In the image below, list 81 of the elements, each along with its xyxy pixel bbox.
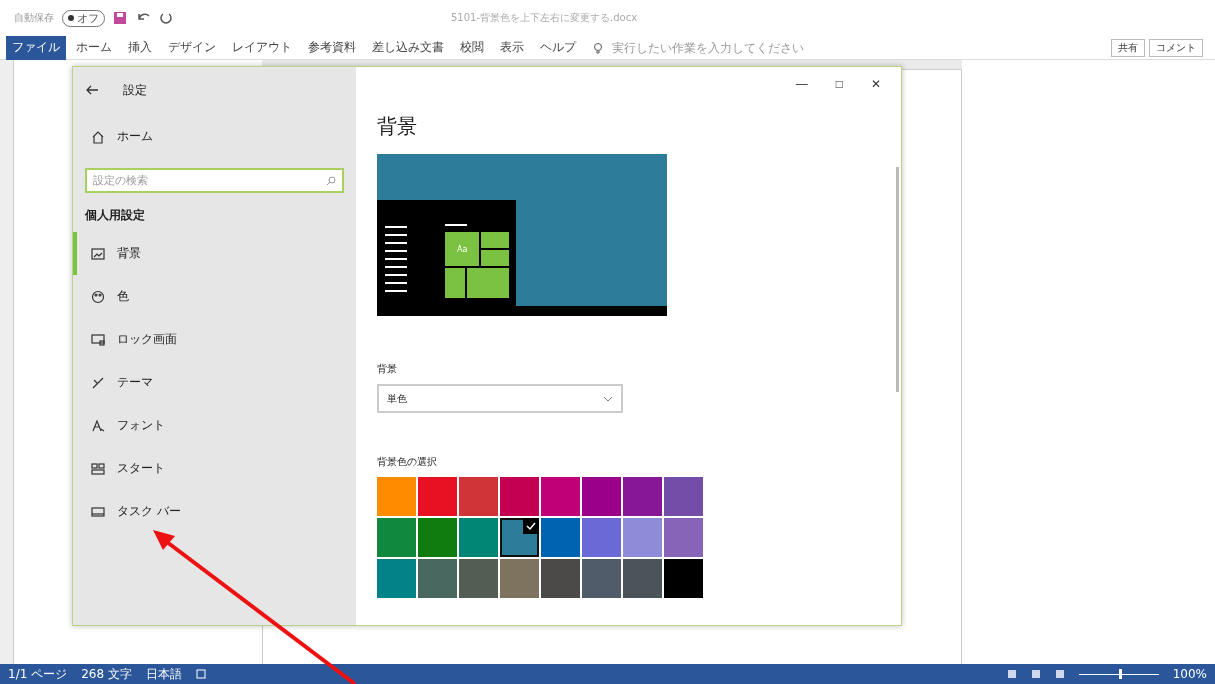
color-swatch[interactable] [623,477,662,516]
color-swatch[interactable] [418,518,457,557]
ribbon-tab[interactable]: 表示 [494,35,530,60]
word-count: 268 文字 [81,665,132,683]
nav-item[interactable]: ロック画面 [73,318,344,361]
ribbon-tab[interactable]: ホーム [70,35,118,60]
maximize-button[interactable]: □ [835,75,843,93]
color-label: 背景色の選択 [377,455,438,469]
ribbon-tab[interactable]: 校閲 [454,35,490,60]
web-layout-icon[interactable] [1054,669,1065,679]
ribbon-tab[interactable]: 参考資料 [302,35,362,60]
color-swatch[interactable] [500,477,539,516]
ribbon-tab[interactable]: レイアウト [226,35,298,60]
color-swatch[interactable] [664,559,703,598]
color-swatch[interactable] [500,518,539,557]
back-arrow-icon[interactable] [85,84,99,96]
color-swatch[interactable] [459,559,498,598]
desktop-preview-drawing: Aa [377,154,667,316]
lightbulb-icon [592,41,604,54]
color-swatch[interactable] [500,559,539,598]
background-label: 背景 [377,362,398,376]
ribbon-tab[interactable]: 差し込み文書 [366,35,450,60]
minimize-button[interactable]: — [795,75,808,93]
color-swatch[interactable] [664,477,703,516]
color-swatch[interactable] [377,559,416,598]
print-layout-icon[interactable] [1030,669,1041,679]
nav-item[interactable]: フォント [73,404,344,447]
background-dropdown[interactable]: 単色 [377,384,623,413]
color-swatch[interactable] [623,559,662,598]
nav-item[interactable]: テーマ [73,361,344,404]
page-heading: 背景 [377,113,418,140]
brush-icon [91,375,105,390]
read-mode-icon[interactable] [1006,669,1017,679]
scrollbar[interactable] [896,167,899,392]
page-count: 1/1 ページ [8,665,68,683]
color-swatch[interactable] [459,518,498,557]
screen-icon [91,332,105,347]
close-button[interactable]: ✕ [871,75,881,93]
color-swatch[interactable] [582,477,621,516]
ribbon-tab[interactable]: ファイル [6,35,66,60]
settings-search-field[interactable]: 設定の検索 [85,168,344,193]
search-icon [326,176,336,186]
color-swatch[interactable] [377,477,416,516]
comment-button[interactable]: コメント [1149,38,1203,57]
color-swatch[interactable] [541,559,580,598]
checkmark-icon [523,518,539,534]
taskbar-icon [91,504,105,519]
color-swatch[interactable] [582,559,621,598]
autosave-label: 自動保存 [14,11,54,25]
home-item[interactable]: ホーム [73,115,344,158]
language-label: 日本語 [145,665,182,683]
color-swatch[interactable] [541,518,580,557]
save-icon[interactable] [113,11,127,25]
ribbon-tab[interactable]: ヘルプ [534,35,582,60]
picture-icon [91,246,105,261]
tiles-icon [91,461,105,476]
zoom-level: 100% [1172,667,1207,681]
font-icon [91,418,105,433]
nav-item[interactable]: 色 [73,275,344,318]
document-icon [195,669,206,679]
color-swatch[interactable] [459,477,498,516]
nav-item[interactable]: タスク バー [73,490,344,533]
section-heading: 個人用設定 [85,207,146,224]
ribbon-tab[interactable]: デザイン [162,35,222,60]
nav-item[interactable]: スタート [73,447,344,490]
redo-icon[interactable] [159,11,173,25]
color-swatch[interactable] [377,518,416,557]
color-swatch[interactable] [623,518,662,557]
home-icon [91,129,105,144]
color-swatch[interactable] [664,518,703,557]
share-button[interactable]: 共有 [1111,38,1145,57]
nav-item[interactable]: 背景 [73,232,344,275]
color-swatch[interactable] [418,559,457,598]
color-swatch[interactable] [418,477,457,516]
color-swatch[interactable] [541,477,580,516]
document-title: 5101-背景色を上下左右に変更する.docx [451,11,638,25]
color-swatch[interactable] [582,518,621,557]
chevron-down-icon [603,395,613,402]
ribbon-tab[interactable]: 挿入 [122,35,158,60]
tell-me-field[interactable]: 実行したい作業を入力してください [610,39,940,56]
window-title: 設定 [123,81,147,99]
